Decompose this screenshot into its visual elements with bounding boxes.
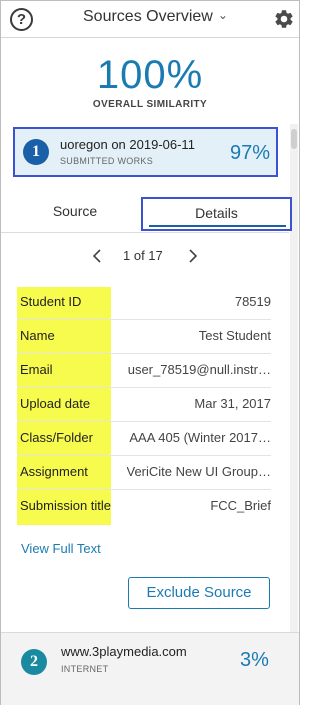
detail-row-name: Name Test Student: [17, 320, 271, 354]
panel-header: ? Sources Overview ⌄: [1, 1, 299, 37]
source-number-badge: 2: [21, 649, 47, 675]
source-number-badge: 1: [23, 139, 49, 165]
source-title: uoregon on 2019-06-11: [60, 137, 195, 152]
panel-title-dropdown[interactable]: Sources Overview ⌄: [83, 8, 228, 30]
detail-value: Test Student: [198, 328, 271, 343]
source-type: SUBMITTED WORKS: [60, 156, 154, 166]
detail-value: 78519: [234, 294, 271, 309]
active-tab-indicator: [149, 225, 286, 227]
source-type: INTERNET: [61, 664, 109, 674]
detail-value: FCC_Brief: [210, 498, 271, 513]
detail-label: Submission title: [20, 498, 112, 513]
detail-value: AAA 405 (Winter 2017…: [129, 430, 271, 445]
tab-source[interactable]: Source: [13, 197, 137, 231]
source-title: www.3playmedia.com: [61, 644, 187, 659]
chevron-right-icon[interactable]: [187, 248, 199, 266]
source-item-2[interactable]: 2 www.3playmedia.com INTERNET 3%: [1, 633, 299, 705]
chevron-down-icon: ⌄: [217, 8, 228, 22]
gear-icon[interactable]: [273, 8, 295, 30]
tab-details[interactable]: Details: [141, 197, 292, 231]
overall-similarity-label: OVERALL SIMILARITY: [92, 99, 208, 110]
detail-row-class-folder: Class/Folder AAA 405 (Winter 2017…: [17, 422, 271, 456]
scrollbar-thumb[interactable]: [291, 129, 297, 149]
source-item-1[interactable]: 1 uoregon on 2019-06-11 SUBMITTED WORKS …: [13, 127, 278, 177]
detail-label: Class/Folder: [20, 430, 93, 445]
detail-row-email: Email user_78519@null.instr…: [17, 354, 271, 388]
chevron-left-icon[interactable]: [91, 248, 103, 266]
sources-panel: ? Sources Overview ⌄ 100% OVERALL SIMILAR…: [0, 0, 300, 705]
detail-label: Assignment: [20, 464, 88, 479]
detail-row-assignment: Assignment VeriCite New UI Group…: [17, 456, 271, 490]
tab-details-label: Details: [195, 205, 238, 221]
source-percent: 3%: [240, 649, 269, 671]
source-percent: 97%: [230, 142, 271, 164]
pager-text: 1 of 17: [123, 248, 163, 263]
detail-label: Name: [20, 328, 55, 343]
detail-row-upload-date: Upload date Mar 31, 2017: [17, 388, 271, 422]
overall-similarity-percent: 100%: [96, 53, 204, 97]
detail-row-student-id: Student ID 78519: [17, 286, 271, 320]
panel-title: Sources Overview: [83, 8, 213, 25]
detail-value: Mar 31, 2017: [194, 396, 271, 411]
view-full-text-link[interactable]: View Full Text: [21, 541, 101, 556]
detail-label: Student ID: [20, 294, 82, 309]
tabs-divider: [1, 232, 289, 233]
detail-value: user_78519@null.instr…: [127, 362, 271, 377]
detail-value: VeriCite New UI Group…: [126, 464, 272, 479]
exclude-source-button[interactable]: Exclude Source: [128, 577, 270, 609]
detail-label: Email: [20, 362, 53, 377]
detail-label: Upload date: [20, 396, 91, 411]
header-divider: [1, 37, 299, 38]
detail-row-submission-title: Submission title FCC_Brief: [17, 490, 271, 524]
help-icon[interactable]: ?: [10, 8, 33, 31]
